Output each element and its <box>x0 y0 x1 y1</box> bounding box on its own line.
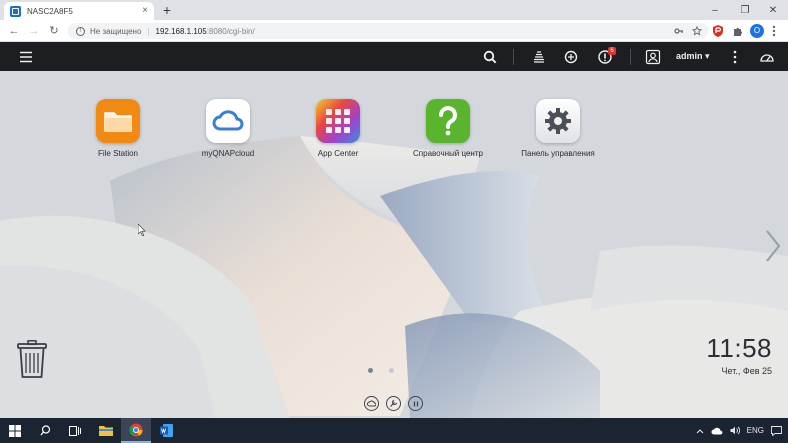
trash-icon[interactable] <box>17 340 47 378</box>
user-menu[interactable]: admin ▾ <box>676 51 710 62</box>
browser-toolbar: ← → ↻ ! Не защищено | 192.168.1.105:8080… <box>0 20 788 42</box>
task-view-button[interactable] <box>60 418 90 443</box>
tab-close-icon[interactable]: × <box>142 6 148 16</box>
omnibox-separator: | <box>147 26 150 36</box>
page-indicator <box>368 368 394 373</box>
speaker-icon[interactable] <box>730 426 740 435</box>
info-icon[interactable]: ! <box>76 26 85 36</box>
cloud-icon <box>367 400 376 407</box>
minimize-button[interactable]: – <box>700 0 730 20</box>
url-path: :8080/cgi-bin/ <box>206 26 255 36</box>
desktop-dock <box>364 396 423 411</box>
close-window-button[interactable]: ✕ <box>758 0 788 20</box>
app-label: Панель управления <box>521 149 595 158</box>
taskbar-word[interactable] <box>151 418 181 443</box>
qnap-topbar: 6 admin ▾ <box>0 43 788 71</box>
tab-title: NASC2A8F5 <box>27 6 73 16</box>
reload-button[interactable]: ↻ <box>46 23 62 39</box>
cloud-icon[interactable] <box>206 99 250 143</box>
pause-icon <box>413 401 418 406</box>
topbar-divider <box>513 49 514 65</box>
app-help-center[interactable]: Справочный центр <box>398 99 498 158</box>
app-grid-icon[interactable] <box>316 99 360 143</box>
app-file-station[interactable]: File Station <box>68 99 168 158</box>
browser-tabstrip: NASC2A8F5 × + – ❐ ✕ <box>0 0 788 20</box>
more-options-icon[interactable] <box>727 49 743 65</box>
file-explorer-icon <box>99 426 113 436</box>
qnap-desktop: File Station myQNAPcloud App Center Спра… <box>0 71 788 418</box>
system-tray: ENG <box>696 418 782 443</box>
notification-badge: 6 <box>608 47 616 55</box>
chrome-menu-icon[interactable] <box>770 24 778 38</box>
user-avatar-icon[interactable] <box>645 49 661 65</box>
windows-logo-icon <box>9 424 21 437</box>
username: admin <box>676 51 703 61</box>
pause-dock-button[interactable] <box>408 396 423 411</box>
app-app-center[interactable]: App Center <box>288 99 388 158</box>
desktop-clock: 11:58 <box>706 333 772 363</box>
extensions-puzzle-icon[interactable] <box>732 24 744 38</box>
app-label: myQNAPcloud <box>201 149 255 158</box>
question-icon[interactable] <box>426 99 470 143</box>
taskbar-file-explorer[interactable] <box>91 418 121 443</box>
key-icon[interactable] <box>674 26 684 36</box>
chrome-icon <box>129 423 143 436</box>
wrench-icon <box>390 399 398 407</box>
maximize-button[interactable]: ❐ <box>730 0 760 20</box>
back-button[interactable]: ← <box>6 23 22 39</box>
topbar-divider <box>630 49 631 65</box>
external-devices-icon[interactable] <box>563 49 579 65</box>
gear-icon[interactable] <box>536 99 580 143</box>
taskbar-search-button[interactable] <box>30 418 60 443</box>
security-status[interactable]: Не защищено <box>90 27 141 36</box>
page-dot-active[interactable] <box>368 368 373 373</box>
tools-dock-button[interactable] <box>386 396 401 411</box>
input-language[interactable]: ENG <box>747 426 764 435</box>
app-myqnapcloud[interactable]: myQNAPcloud <box>178 99 278 158</box>
word-icon <box>159 424 173 437</box>
chevron-up-icon[interactable] <box>696 428 704 434</box>
profile-avatar[interactable]: О <box>750 24 764 38</box>
dashboard-gauge-icon[interactable] <box>759 49 775 65</box>
app-label: File Station <box>97 149 139 158</box>
address-bar[interactable]: ! Не защищено | 192.168.1.105:8080/cgi-b… <box>68 23 708 39</box>
shield-extension-icon[interactable] <box>712 24 724 38</box>
notification-center-icon[interactable] <box>771 425 782 436</box>
app-label: Справочный центр <box>413 149 483 158</box>
chevron-down-icon: ▾ <box>705 51 710 61</box>
start-button[interactable] <box>0 418 30 443</box>
app-control-panel[interactable]: Панель управления <box>508 99 608 158</box>
mouse-cursor-icon <box>138 224 146 236</box>
browser-tab[interactable]: NASC2A8F5 × <box>4 2 154 20</box>
next-page-arrow-icon[interactable] <box>764 229 782 263</box>
page-dot[interactable] <box>389 368 394 373</box>
bookmark-star-icon[interactable] <box>692 26 702 36</box>
search-icon[interactable] <box>482 49 498 65</box>
taskbar-chrome[interactable] <box>121 418 151 443</box>
qnap-favicon-icon <box>10 5 21 17</box>
new-tab-button[interactable]: + <box>160 2 174 18</box>
task-view-icon <box>69 425 81 436</box>
folder-icon[interactable] <box>96 99 140 143</box>
url-host: 192.168.1.105 <box>155 26 207 36</box>
onedrive-cloud-icon[interactable] <box>711 427 723 435</box>
forward-button[interactable]: → <box>26 23 42 39</box>
windows-taskbar: ENG <box>0 418 788 443</box>
search-icon <box>40 425 50 436</box>
hamburger-menu-icon[interactable] <box>18 49 34 65</box>
cloud-dock-button[interactable] <box>364 396 379 411</box>
background-tasks-icon[interactable] <box>531 49 547 65</box>
desktop-date: Чет., Фев 25 <box>721 366 772 376</box>
app-label: App Center <box>317 149 359 158</box>
